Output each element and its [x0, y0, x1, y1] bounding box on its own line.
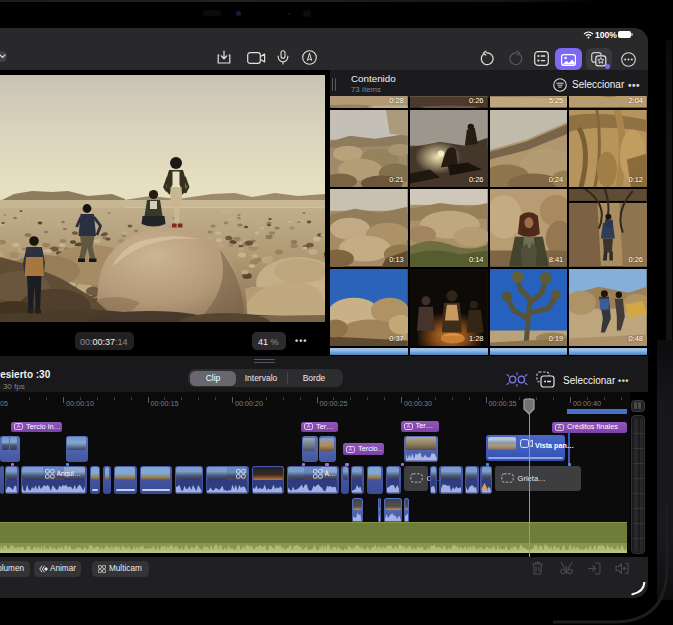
svg-text:A: A: [349, 446, 353, 452]
svg-text:A: A: [406, 423, 410, 429]
svg-text:A: A: [307, 424, 311, 430]
svg-text:A: A: [558, 424, 562, 430]
svg-text:A: A: [17, 424, 21, 430]
